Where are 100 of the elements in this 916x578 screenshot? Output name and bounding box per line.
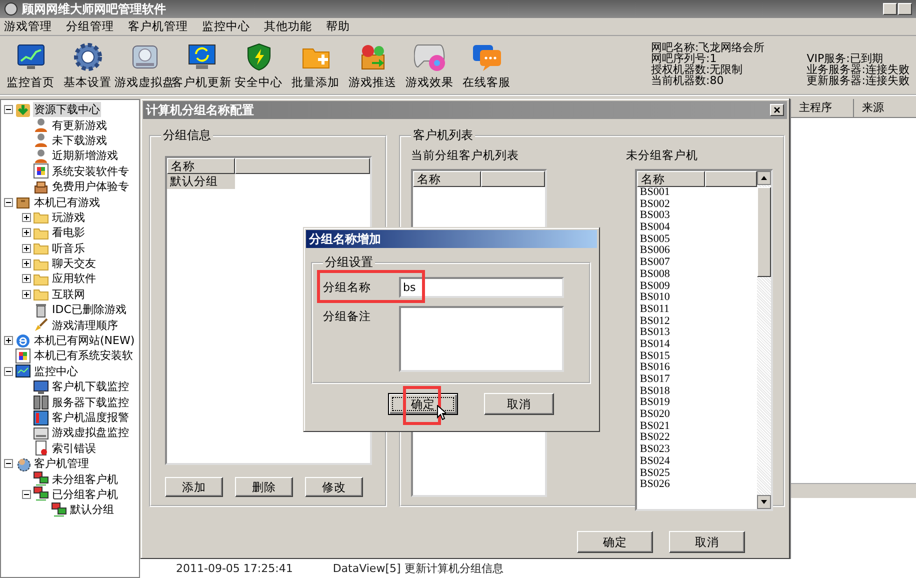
collapse-toggle[interactable]: [4, 366, 13, 376]
tree-item[interactable]: 客户机温度报警: [51, 410, 130, 425]
toolbar-button[interactable]: 游戏虚拟盘: [114, 75, 174, 90]
expand-toggle[interactable]: [22, 212, 31, 222]
menu-item[interactable]: 游戏管理: [4, 19, 52, 34]
tree-item[interactable]: 系统安装软件专: [51, 164, 130, 179]
minimize-button[interactable]: [883, 3, 897, 15]
list-item[interactable]: BS015: [636, 350, 757, 362]
list-item[interactable]: BS003: [636, 210, 757, 222]
expand-toggle[interactable]: [22, 290, 31, 299]
list-item[interactable]: BS024: [636, 456, 757, 468]
list-item[interactable]: BS001: [636, 187, 757, 199]
list-item[interactable]: BS004: [636, 222, 757, 234]
action-button[interactable]: 删除: [235, 477, 293, 497]
collapse-toggle[interactable]: [22, 490, 31, 499]
menu-item[interactable]: 监控中心: [202, 19, 250, 34]
expand-toggle[interactable]: [22, 244, 31, 253]
menu-item[interactable]: 客户机管理: [128, 19, 188, 34]
collapse-toggle[interactable]: [4, 459, 13, 468]
toolbar-button[interactable]: 监控首页: [6, 75, 54, 90]
list-item[interactable]: BS017: [636, 374, 757, 386]
maximize-button[interactable]: [898, 3, 912, 15]
action-button[interactable]: 修改: [305, 477, 363, 497]
scroll-down-icon[interactable]: [756, 495, 771, 509]
tree-item[interactable]: 近期新增游戏: [51, 148, 119, 164]
expand-toggle[interactable]: [22, 259, 31, 268]
tree-item[interactable]: 游戏虚拟盘监控: [51, 425, 130, 440]
tree-item[interactable]: 听音乐: [51, 240, 86, 256]
scroll-thumb[interactable]: [756, 187, 771, 277]
list-item[interactable]: BS007: [636, 257, 757, 269]
column-header[interactable]: 主程序: [791, 99, 854, 117]
list-item[interactable]: BS014: [636, 338, 757, 351]
tree-item[interactable]: 玩游戏: [51, 210, 86, 225]
expand-toggle[interactable]: [4, 336, 13, 346]
tree-item[interactable]: 免费用户体验专: [51, 179, 130, 194]
list-item[interactable]: BS023: [636, 444, 757, 456]
list-item[interactable]: BS011: [636, 304, 757, 316]
tree-item[interactable]: IDC已删除游戏: [51, 302, 128, 318]
action-button[interactable]: 添加: [165, 477, 223, 497]
toolbar-button[interactable]: 批量添加: [292, 75, 340, 90]
collapse-toggle[interactable]: [4, 198, 13, 207]
list-item[interactable]: BS002: [636, 198, 757, 210]
vertical-scrollbar[interactable]: [756, 171, 771, 509]
toolbar-button[interactable]: 游戏效果: [406, 75, 454, 90]
tree-item[interactable]: 服务器下载监控: [51, 394, 130, 410]
scroll-up-icon[interactable]: [756, 171, 771, 185]
tree-item[interactable]: 已分组客户机: [51, 486, 119, 502]
column-header[interactable]: 名称: [636, 171, 705, 187]
dialog-button[interactable]: 取消: [484, 393, 554, 415]
list-item[interactable]: BS020: [636, 409, 757, 421]
list-item[interactable]: BS018: [636, 386, 757, 398]
list-item[interactable]: BS006: [636, 245, 757, 258]
toolbar-button[interactable]: 基本设置: [64, 75, 112, 90]
horizontal-scrollbar[interactable]: [791, 483, 916, 498]
tree-item[interactable]: 游戏清理顺序: [51, 318, 119, 333]
list-item[interactable]: BS010: [636, 292, 757, 304]
tree-item[interactable]: 有更新游戏: [51, 118, 108, 133]
expand-toggle[interactable]: [22, 228, 31, 238]
menu-item[interactable]: 帮助: [326, 19, 350, 34]
name-field[interactable]: bs: [399, 277, 564, 298]
tree-item[interactable]: 默认分组: [69, 502, 115, 518]
collapse-toggle[interactable]: [4, 105, 13, 114]
column-header[interactable]: 来源: [854, 99, 916, 117]
list-item[interactable]: BS009: [636, 280, 757, 292]
remark-field[interactable]: [399, 306, 564, 372]
tree-item[interactable]: 本机已有系统安装软: [33, 348, 134, 364]
column-header[interactable]: 名称: [412, 171, 481, 187]
tree-item[interactable]: 客户机管理: [33, 456, 90, 472]
column-header[interactable]: 名称: [167, 158, 235, 174]
list-item[interactable]: BS013: [636, 327, 757, 339]
list-item[interactable]: BS008: [636, 268, 757, 280]
tree-item[interactable]: 应用软件: [51, 271, 97, 286]
list-item[interactable]: BS005: [636, 234, 757, 246]
dialog-button[interactable]: 取消: [669, 531, 745, 553]
list-item[interactable]: 默认分组: [167, 174, 235, 189]
tree-item[interactable]: 客户机下载监控: [51, 379, 130, 394]
menu-item[interactable]: 分组管理: [66, 19, 114, 34]
tree-item[interactable]: 未下载游戏: [51, 132, 108, 148]
tree-item[interactable]: 资源下载中心: [33, 102, 101, 118]
menu-item[interactable]: 其他功能: [264, 19, 312, 34]
tree-item[interactable]: 看电影: [51, 225, 86, 240]
tree-item[interactable]: 聊天交友: [51, 256, 97, 272]
list-item[interactable]: BS016: [636, 362, 757, 374]
toolbar-button[interactable]: 在线客服: [462, 75, 510, 90]
list-item[interactable]: BS019: [636, 397, 757, 410]
list-item[interactable]: BS021: [636, 420, 757, 432]
toolbar-button[interactable]: 安全中心: [234, 75, 282, 90]
tree-item[interactable]: 未分组客户机: [51, 472, 119, 487]
list-item[interactable]: BS025: [636, 468, 757, 480]
tree-item[interactable]: 本机已有游戏: [33, 194, 101, 210]
list-item[interactable]: BS012: [636, 316, 757, 328]
dialog-button[interactable]: 确定: [577, 531, 653, 553]
tree-item[interactable]: 监控中心: [33, 364, 79, 379]
tree-item[interactable]: 索引错误: [51, 440, 97, 456]
list-item[interactable]: BS022: [636, 432, 757, 444]
tree-item[interactable]: 互联网: [51, 286, 86, 302]
toolbar-button[interactable]: 客户机更新: [172, 75, 232, 90]
close-icon[interactable]: [770, 104, 784, 116]
tree-item[interactable]: 本机已有网站(NEW): [33, 333, 136, 348]
expand-toggle[interactable]: [22, 274, 31, 284]
